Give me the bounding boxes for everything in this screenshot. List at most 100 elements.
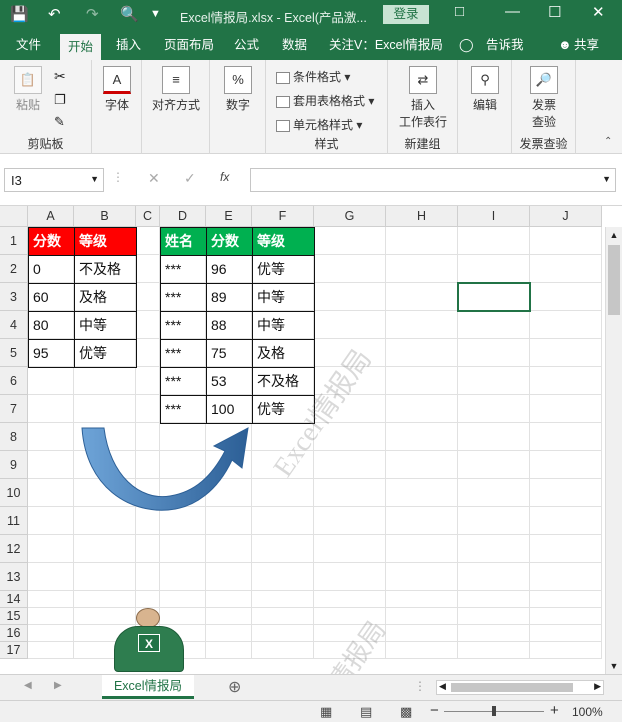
tab-formulas[interactable]: 公式 (226, 30, 267, 60)
ribbon-tabs: 文件 开始 插入 页面布局 公式 数据 关注V：Excel情报局 ◯ 告诉我 ☻… (0, 30, 622, 60)
insert-function-icon[interactable]: fx (220, 170, 229, 184)
login-button[interactable]: 登录 (383, 5, 429, 24)
tab-follow[interactable]: 关注V：Excel情报局 (321, 30, 451, 60)
cell-style-button[interactable]: 单元格样式 ▾ (276, 116, 362, 133)
check-label: 查验 (531, 115, 556, 129)
zoom-out-button[interactable]: − (430, 702, 439, 719)
font-button[interactable]: A 字体 (102, 66, 132, 113)
normal-view-icon[interactable]: ▦ (320, 704, 332, 720)
font-icon: A (103, 66, 131, 94)
chevron-down-icon[interactable]: ▼ (90, 174, 99, 184)
table-format-button[interactable]: 套用表格格式 ▾ (276, 92, 374, 109)
zoom-in-button[interactable]: + (550, 702, 559, 719)
undo-icon[interactable]: ↶ (48, 5, 61, 23)
split-handle-icon[interactable]: ⋮ (414, 679, 426, 693)
print-preview-icon[interactable]: 🔍 (120, 5, 139, 23)
window-title: Excel情报局.xlsx - Excel(产品激... (180, 11, 367, 25)
status-bar: ▦ ▤ ▩ − + 100% (0, 700, 622, 722)
maximize-icon[interactable]: ☐ (548, 3, 561, 21)
clipboard-group-label: 剪贴板 (27, 137, 64, 151)
page-break-view-icon[interactable]: ▩ (400, 704, 412, 720)
align-icon: ≡ (162, 66, 190, 94)
table-format-label: 套用表格格式 (293, 94, 366, 108)
tab-home[interactable]: 开始 (60, 34, 102, 60)
invoice-group-label: 发票查验 (519, 137, 568, 151)
invoice-check-group: 🔎 发票 查验 发票查验 (512, 60, 576, 154)
close-icon[interactable]: ✕ (592, 3, 605, 21)
horizontal-scroll-thumb[interactable] (451, 683, 573, 692)
tab-insert[interactable]: 插入 (108, 30, 149, 60)
new-group: ⇄ 插入 工作表行 新建组 (388, 60, 458, 154)
insert-row-button[interactable]: ⇄ 插入 工作表行 (396, 66, 450, 130)
collapse-ribbon-icon[interactable]: ⌃ (604, 136, 612, 147)
tab-page-layout[interactable]: 页面布局 (156, 30, 222, 60)
invoice-icon: 🔎 (530, 66, 558, 94)
format-painter-icon[interactable]: ✎ (54, 114, 65, 130)
customize-quick-access-icon[interactable]: ▼ (150, 8, 161, 20)
sheet-tab-bar: ◀ ▶ Excel情报局 ⊕ ⋮ ◀ ▶ (0, 674, 622, 700)
curved-arrow (81, 427, 249, 511)
vertical-scrollbar[interactable]: ▲ ▼ (605, 227, 622, 674)
table-format-icon (276, 95, 290, 108)
next-sheet-icon[interactable]: ▶ (54, 680, 62, 691)
conditional-format-icon (276, 71, 290, 84)
excel-logo-icon: X (138, 634, 160, 652)
conditional-format-button[interactable]: 条件格式 ▾ (276, 68, 350, 85)
invoice-check-button[interactable]: 🔎 发票 查验 (526, 66, 562, 130)
insert-label: 插入 (410, 98, 435, 112)
name-box[interactable]: I3 ▼ (4, 168, 104, 192)
number-group: % 数字 (210, 60, 266, 154)
zoom-slider-thumb[interactable] (492, 706, 496, 716)
scroll-up-icon[interactable]: ▲ (606, 227, 622, 243)
styles-group: 条件格式 ▾ 套用表格格式 ▾ 单元格样式 ▾ 样式 (266, 60, 388, 154)
prev-sheet-icon[interactable]: ◀ (24, 680, 32, 691)
horizontal-scrollbar[interactable]: ◀ ▶ (436, 680, 604, 695)
vertical-scroll-thumb[interactable] (608, 245, 620, 315)
percent-icon: % (224, 66, 252, 94)
alignment-button[interactable]: ≡ 对齐方式 (148, 66, 204, 113)
font-group: A 字体 (92, 60, 142, 154)
paste-button[interactable]: 📋 粘贴 (8, 66, 48, 113)
conditional-format-label: 条件格式 (293, 70, 342, 84)
copy-icon[interactable]: ❐ (54, 92, 66, 108)
tab-file[interactable]: 文件 (8, 30, 49, 60)
scroll-left-icon[interactable]: ◀ (439, 681, 446, 692)
clipboard-icon: 📋 (14, 66, 42, 94)
expand-formula-icon[interactable]: ▼ (602, 174, 611, 184)
add-sheet-icon[interactable]: ⊕ (228, 677, 241, 697)
scroll-right-icon[interactable]: ▶ (594, 681, 601, 692)
clipboard-group: 📋 粘贴 ✂ ❐ ✎ 剪贴板 (0, 60, 92, 154)
save-icon[interactable]: 💾 (10, 5, 29, 23)
edit-button[interactable]: ⚲ 编辑 (470, 66, 500, 113)
sheet-tab[interactable]: Excel情报局 (102, 675, 194, 699)
zoom-level[interactable]: 100% (572, 705, 603, 719)
more-icon: ⋮ (112, 170, 124, 184)
minimize-icon[interactable]: — (505, 3, 520, 20)
scroll-down-icon[interactable]: ▼ (606, 658, 622, 674)
lightbulb-icon: ◯ (459, 37, 474, 52)
insert-label-2: 工作表行 (398, 115, 447, 129)
enter-icon[interactable]: ✓ (184, 170, 196, 187)
formula-input[interactable]: ▼ (250, 168, 616, 192)
zoom-slider[interactable] (444, 706, 544, 716)
paste-label: 粘贴 (15, 98, 40, 112)
worksheet-grid: A B C D E F G H I J 1 2 3 4 5 6 7 8 9 10 11 12 13 14 15 16 17 分数 等级 0… (0, 206, 622, 674)
cut-icon[interactable]: ✂ (54, 68, 66, 85)
alignment-label: 对齐方式 (151, 98, 200, 112)
cell-style-icon (276, 119, 290, 132)
redo-icon[interactable]: ↷ (86, 5, 99, 23)
formula-bar: I3 ▼ ⋮ ✕ ✓ fx ▼ (0, 154, 622, 206)
cancel-icon[interactable]: ✕ (148, 170, 160, 187)
alignment-group: ≡ 对齐方式 (142, 60, 210, 154)
ribbon-display-icon[interactable]: □ (455, 3, 464, 20)
tab-tell-me[interactable]: 告诉我 (478, 30, 532, 60)
page-layout-view-icon[interactable]: ▤ (360, 704, 372, 720)
new-group-label: 新建组 (404, 137, 441, 151)
invoice-label: 发票 (531, 98, 556, 112)
font-label: 字体 (104, 98, 129, 112)
cell-style-label: 单元格样式 (293, 118, 354, 132)
number-button[interactable]: % 数字 (222, 66, 254, 113)
tab-share[interactable]: 共享 (566, 30, 607, 60)
tab-data[interactable]: 数据 (274, 30, 315, 60)
edit-group: ⚲ 编辑 (458, 60, 512, 154)
